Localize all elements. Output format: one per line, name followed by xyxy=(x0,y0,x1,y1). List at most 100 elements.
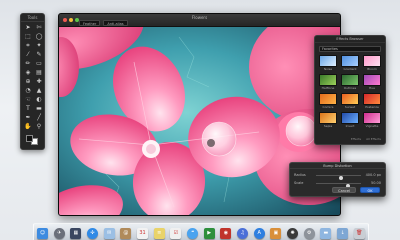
scale-row: Scale 50.00 xyxy=(294,180,381,188)
preview-icon[interactable]: ▣ xyxy=(270,228,282,239)
dodge-icon[interactable]: ◐ xyxy=(34,96,44,104)
calendar-icon[interactable]: 31 xyxy=(137,228,149,239)
brush-icon[interactable]: ✎ xyxy=(34,51,44,59)
bucket-icon[interactable]: ◈ xyxy=(23,69,33,77)
effect-thumbnail xyxy=(319,55,337,67)
smudge-icon[interactable]: ☜ xyxy=(23,96,33,104)
clone-icon[interactable]: ⊕ xyxy=(23,78,33,86)
effect-thumbnail xyxy=(341,55,359,67)
rect-select-icon[interactable]: ⬚ xyxy=(23,33,33,41)
magic-wand-icon[interactable]: ✦ xyxy=(34,42,44,50)
effect-label: Sunset xyxy=(344,105,356,109)
system-prefs-icon[interactable]: ⚙ xyxy=(303,228,315,239)
move-tool-icon[interactable]: ➤ xyxy=(23,24,33,32)
gradient-icon[interactable]: ▤ xyxy=(34,69,44,77)
tool-options-bar: Feather Anti-alias xyxy=(79,20,128,26)
effect-label: Outlines xyxy=(343,86,357,90)
blur-icon[interactable]: ◔ xyxy=(23,87,33,95)
effect-tile[interactable]: Sepia xyxy=(319,112,337,129)
zoom-tool-icon[interactable]: ⚲ xyxy=(34,123,44,131)
effect-thumbnail xyxy=(341,93,359,105)
eraser-icon[interactable]: ▭ xyxy=(34,60,44,68)
crop-tool-icon[interactable]: ⌗ xyxy=(23,42,33,50)
effects-footer-left[interactable]: Effects xyxy=(351,137,361,142)
contacts-icon[interactable]: @ xyxy=(120,228,132,239)
effect-thumbnail xyxy=(363,112,381,124)
photo-booth-icon[interactable]: ◉ xyxy=(220,228,232,239)
effect-tile[interactable]: Sunset xyxy=(341,93,359,110)
foreground-color-swatch[interactable] xyxy=(26,135,33,142)
effect-label: Halftone xyxy=(321,86,335,90)
hand-tool-icon[interactable]: ✋ xyxy=(23,123,33,131)
effect-tile[interactable]: Hue xyxy=(363,74,381,91)
effect-thumbnail xyxy=(363,74,381,86)
effect-thumbnail xyxy=(341,74,359,86)
finder-icon[interactable]: ☺ xyxy=(37,228,48,239)
dialog-title: Bump Distortion xyxy=(290,163,385,169)
eyedropper-icon[interactable]: ⁄ xyxy=(23,51,33,59)
radius-value[interactable]: 400.0 px xyxy=(363,172,381,178)
effect-label: Posterize xyxy=(365,105,379,109)
effects-footer-right[interactable]: All Effects xyxy=(366,137,381,142)
heal-icon[interactable]: ✚ xyxy=(34,78,44,86)
tools-title: Tools xyxy=(21,14,44,22)
radius-label: Radius xyxy=(294,173,306,177)
facetime-icon[interactable]: ▶ xyxy=(203,228,215,239)
effect-thumbnail xyxy=(341,112,359,124)
cancel-button[interactable]: Cancel xyxy=(332,187,356,193)
effect-thumbnail xyxy=(363,93,381,105)
effect-tile[interactable]: Gradient xyxy=(341,55,359,72)
mail-icon[interactable]: ✉ xyxy=(103,228,115,239)
effects-footer: Effects All Effects xyxy=(319,137,381,142)
pencil-icon[interactable]: ✏ xyxy=(23,60,33,68)
effect-thumbnail xyxy=(319,74,337,86)
effect-thumbnail xyxy=(319,112,337,124)
effect-tile[interactable]: Halftone xyxy=(319,74,337,91)
effect-thumbnail xyxy=(319,93,337,105)
pixelmator-icon[interactable]: ✺ xyxy=(287,228,299,239)
lasso-tool-icon[interactable]: ✄ xyxy=(34,24,44,32)
effect-tile[interactable]: Bloom xyxy=(363,55,381,72)
effect-tile[interactable]: Invert xyxy=(341,112,359,129)
trash-icon[interactable]: 🗑 xyxy=(353,228,365,239)
app-store-icon[interactable]: A xyxy=(253,228,265,239)
shape-tool-icon[interactable]: ▬ xyxy=(34,105,44,113)
effect-tile[interactable]: Outlines xyxy=(341,74,359,91)
effects-browser-title: Effects Browser xyxy=(315,36,385,43)
radius-slider[interactable] xyxy=(316,175,361,180)
notes-icon[interactable]: ≡ xyxy=(153,228,165,239)
safari-icon[interactable]: ✣ xyxy=(87,228,99,239)
effect-tile[interactable]: Comics xyxy=(319,93,337,110)
color-swatches[interactable] xyxy=(26,135,40,145)
pen-tool-icon[interactable]: ✒ xyxy=(23,114,33,122)
effect-label: Sepia xyxy=(323,124,333,128)
ellipse-select-icon[interactable]: ◯ xyxy=(34,33,44,41)
launchpad-icon[interactable]: ✈ xyxy=(53,228,65,239)
effect-tile[interactable]: Vignette xyxy=(363,112,381,129)
scale-slider[interactable] xyxy=(316,183,361,188)
sharpen-icon[interactable]: ▲ xyxy=(34,87,44,95)
text-tool-icon[interactable]: T xyxy=(23,105,33,113)
effects-category-select[interactable]: Favorites xyxy=(319,46,381,52)
ok-button[interactable]: OK xyxy=(360,187,380,193)
folder-icon[interactable]: ▬ xyxy=(320,228,332,239)
scale-value[interactable]: 50.00 xyxy=(363,180,381,186)
effect-tile[interactable]: Posterize xyxy=(363,93,381,110)
effect-tile[interactable]: Noise xyxy=(319,55,337,72)
dock: ☺ ✈ ▦ ✣ ✉ @31 ≡ ☑ ❝ ▶ ◉ ♫ A ▣ ✺ ⚙ ▬ ↓ 🗑 xyxy=(33,223,369,240)
window-titlebar: Flowers Feather Anti-alias xyxy=(59,14,340,27)
reminders-icon[interactable]: ☑ xyxy=(170,228,182,239)
line-tool-icon[interactable]: ╱ xyxy=(34,114,44,122)
mission-control-icon[interactable]: ▦ xyxy=(70,228,82,239)
effects-browser-panel: Effects Browser Favorites Noise Gradient B… xyxy=(314,35,386,145)
effect-label: Noise xyxy=(323,67,333,71)
itunes-icon[interactable]: ♫ xyxy=(237,228,249,239)
effect-label: Invert xyxy=(345,124,355,128)
messages-icon[interactable]: ❝ xyxy=(187,228,199,239)
downloads-icon[interactable]: ↓ xyxy=(337,228,349,239)
feather-option[interactable]: Feather xyxy=(79,20,101,26)
scale-label: Scale xyxy=(294,181,304,185)
effect-thumbnail xyxy=(363,55,381,67)
effect-label: Gradient xyxy=(343,67,357,71)
antialias-option[interactable]: Anti-alias xyxy=(103,20,128,26)
